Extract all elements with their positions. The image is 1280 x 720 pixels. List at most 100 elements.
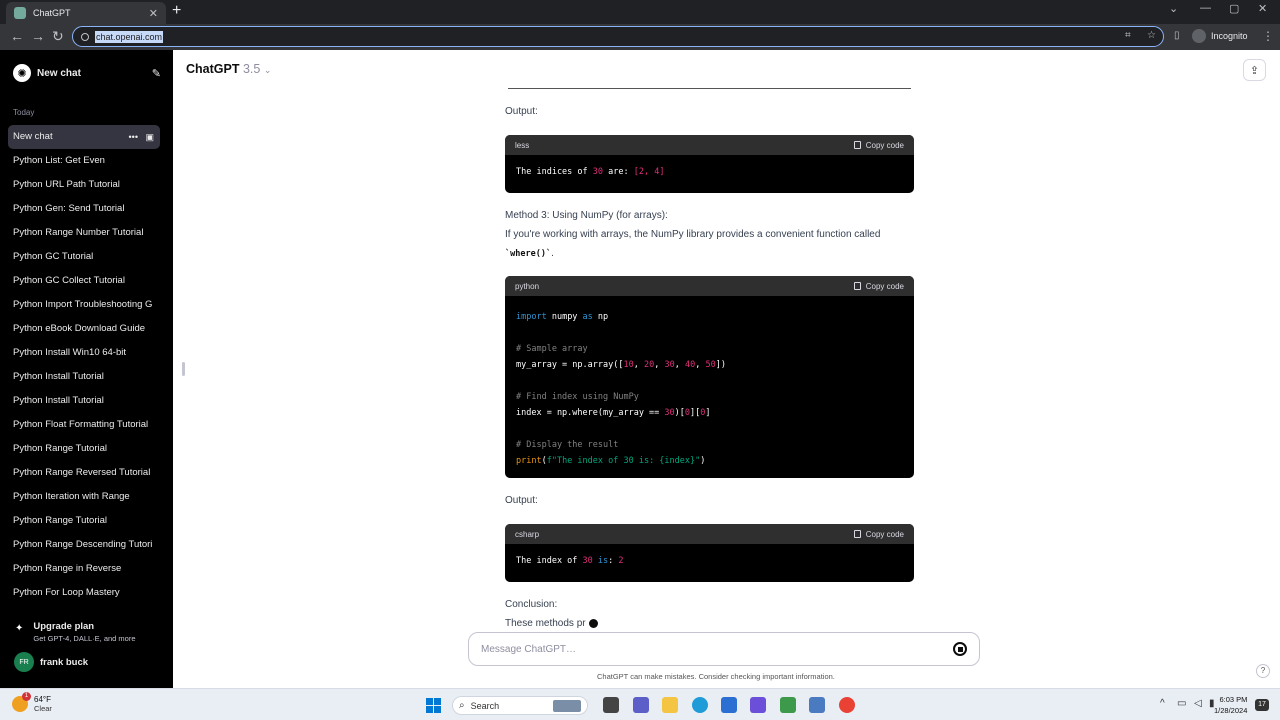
- sidebar-chat-item[interactable]: Python For Loop Mastery: [8, 581, 160, 605]
- windows-taskbar: 1 64°F Clear ⌕ Search ^ ▭ ◁ ▮ 6:03 PM 1/…: [0, 688, 1280, 720]
- browser-tab[interactable]: ChatGPT ✕: [6, 2, 166, 24]
- back-icon[interactable]: ←: [10, 28, 24, 44]
- code-header: python Copy code: [505, 276, 914, 296]
- address-bar[interactable]: chat.openai.com ⌗ ☆: [72, 26, 1164, 47]
- sidebar-chat-item[interactable]: Python Install Tutorial: [8, 365, 160, 389]
- sidebar-chat-item[interactable]: Python Install Tutorial: [8, 389, 160, 413]
- chat-item-label: Python Install Tutorial: [13, 395, 104, 406]
- chat-item-label: Python Range Tutorial: [13, 443, 108, 454]
- code-language: csharp: [515, 529, 540, 539]
- file-manager-app-icon[interactable]: [603, 697, 619, 713]
- sidebar-chat-item[interactable]: Python Range Tutorial: [8, 437, 160, 461]
- close-window-icon[interactable]: ✕: [1258, 2, 1267, 15]
- method3-period: .: [551, 248, 554, 259]
- sidebar-chat-item[interactable]: Python Range Reversed Tutorial: [8, 461, 160, 485]
- sidebar-chat-item[interactable]: Python GC Tutorial: [8, 245, 160, 269]
- incognito-label: Incognito: [1211, 31, 1248, 41]
- incognito-indicator[interactable]: Incognito: [1192, 29, 1248, 43]
- minimize-icon[interactable]: —: [1200, 2, 1211, 14]
- weather-widget[interactable]: 1 64°F Clear: [12, 692, 52, 713]
- message-composer: [468, 632, 980, 666]
- upgrade-plan-button[interactable]: ✦ Upgrade plan Get GPT-4, DALL·E, and mo…: [15, 621, 136, 643]
- user-name: frank buck: [40, 656, 89, 668]
- file-explorer-icon[interactable]: [662, 697, 678, 713]
- sidebar-chat-item[interactable]: Python Gen: Send Tutorial: [8, 197, 160, 221]
- archive-icon[interactable]: ▣: [145, 132, 154, 142]
- chat-item-actions[interactable]: ••• ▣: [129, 125, 154, 149]
- chevron-down-icon: ⌄: [263, 65, 272, 75]
- new-chat-edit-icon[interactable]: ✎: [152, 67, 161, 80]
- url-text[interactable]: chat.openai.com: [95, 30, 164, 43]
- sidebar-toggle-handle[interactable]: [182, 362, 185, 376]
- system-clock[interactable]: 6:03 PM 1/28/2024: [1214, 694, 1247, 716]
- notification-badge[interactable]: 17: [1255, 699, 1269, 711]
- sidebar-chat-item[interactable]: Python GC Collect Tutorial: [8, 269, 160, 293]
- code-content: The index of 30 is: 2: [516, 556, 624, 566]
- copy-code-label: Copy code: [865, 281, 904, 291]
- chrome-icon[interactable]: [839, 697, 855, 713]
- sidebar-chat-item[interactable]: Python Import Troubleshooting G: [8, 293, 160, 317]
- typing-cursor-icon: [588, 618, 598, 628]
- maximize-icon[interactable]: ▢: [1229, 2, 1239, 15]
- user-menu[interactable]: FR frank buck: [14, 652, 88, 672]
- clipboard-icon: [853, 282, 861, 290]
- incognito-icon: [1192, 29, 1206, 43]
- side-panel-icon[interactable]: ▯: [1174, 30, 1180, 41]
- bookmark-star-icon[interactable]: ☆: [1147, 30, 1156, 41]
- sidebar-new-chat[interactable]: ✺ New chat ✎: [13, 64, 161, 82]
- message-input[interactable]: [481, 643, 953, 655]
- share-button[interactable]: ⇪: [1243, 59, 1266, 81]
- taskbar-search[interactable]: ⌕ Search: [452, 696, 588, 715]
- chat-item-label: Python eBook Download Guide: [13, 323, 146, 334]
- close-tab-icon[interactable]: ✕: [149, 7, 158, 20]
- show-hidden-icons-icon[interactable]: ^: [1160, 698, 1165, 709]
- volume-icon[interactable]: ◁: [1194, 698, 1202, 709]
- new-tab-icon[interactable]: +: [172, 2, 181, 20]
- edge-browser-icon[interactable]: [692, 697, 708, 713]
- code-header: csharp Copy code: [505, 524, 914, 544]
- sidebar-chat-item[interactable]: Python URL Path Tutorial: [8, 173, 160, 197]
- divider: [508, 88, 911, 89]
- teams-chat-icon[interactable]: [633, 697, 649, 713]
- copy-code-label: Copy code: [865, 529, 904, 539]
- chat-history-list: New chat ••• ▣ Python List: Get Even Python…: [8, 125, 160, 605]
- sidebar-chat-item[interactable]: Python Install Win10 64-bit: [8, 341, 160, 365]
- tab-search-icon[interactable]: ⌄: [1169, 2, 1178, 15]
- upgrade-title: Upgrade plan: [33, 621, 95, 632]
- inline-code: `where()`: [505, 249, 552, 259]
- sidebar-chat-item[interactable]: Python Range Descending Tutori: [8, 533, 160, 557]
- more-options-icon[interactable]: •••: [129, 132, 138, 142]
- site-info-icon[interactable]: [81, 32, 89, 41]
- sidebar-chat-item[interactable]: Python Range Number Tutorial: [8, 221, 160, 245]
- reload-icon[interactable]: ↻: [52, 28, 64, 45]
- browser-menu-icon[interactable]: ⋮: [1262, 29, 1274, 43]
- sidebar-chat-item[interactable]: New chat ••• ▣: [8, 125, 160, 149]
- chatgpt-favicon-icon: [14, 7, 26, 19]
- start-button[interactable]: [426, 698, 441, 713]
- vpn-app-icon[interactable]: [750, 697, 766, 713]
- store-icon[interactable]: [721, 697, 737, 713]
- chat-item-label: Python GC Collect Tutorial: [13, 275, 125, 286]
- model-selector[interactable]: ChatGPT 3.5 ⌄: [186, 62, 271, 76]
- network-icon[interactable]: ▭: [1177, 698, 1186, 709]
- excel-app-icon[interactable]: [780, 697, 796, 713]
- sidebar-chat-item[interactable]: Python Iteration with Range: [8, 485, 160, 509]
- sidebar-chat-item[interactable]: Python Float Formatting Tutorial: [8, 413, 160, 437]
- stop-generating-button[interactable]: [953, 642, 967, 656]
- copy-code-button[interactable]: Copy code: [853, 141, 904, 150]
- browser-tabbar: ChatGPT ✕ + ⌄ — ▢ ✕: [0, 0, 1280, 24]
- sidebar-chat-item[interactable]: Python Range Tutorial: [8, 509, 160, 533]
- browser-toolbar: ← → ↻ chat.openai.com ⌗ ☆ ▯ Incognito ⋮: [0, 24, 1280, 50]
- chat-item-label: Python Float Formatting Tutorial: [13, 419, 149, 430]
- copy-code-button[interactable]: Copy code: [853, 529, 904, 539]
- sidebar-chat-item[interactable]: Python Range in Reverse: [8, 557, 160, 581]
- output-label-2: Output:: [505, 495, 538, 506]
- sidebar-chat-item[interactable]: Python List: Get Even: [8, 149, 160, 173]
- qr-code-icon[interactable]: ⌗: [1125, 30, 1131, 41]
- help-button[interactable]: ?: [1256, 664, 1270, 678]
- python-app-icon[interactable]: [809, 697, 825, 713]
- copy-code-button[interactable]: Copy code: [853, 281, 904, 291]
- forward-icon[interactable]: →: [31, 28, 45, 44]
- sidebar-chat-item[interactable]: Python eBook Download Guide: [8, 317, 160, 341]
- search-icon: ⌕: [459, 700, 465, 711]
